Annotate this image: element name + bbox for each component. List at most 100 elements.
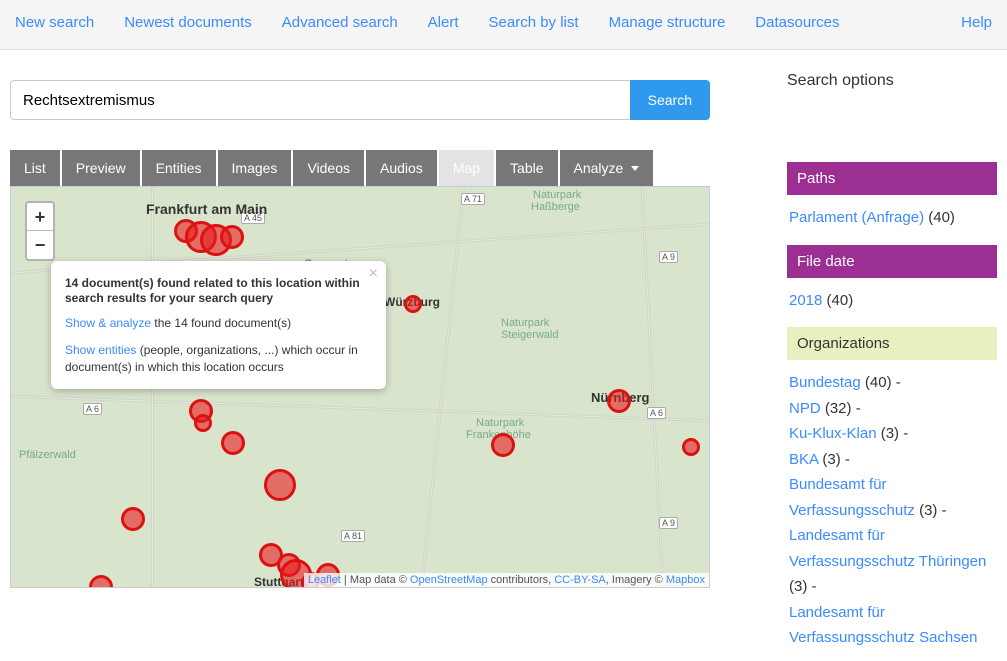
facet-organizations-header: Organizations <box>787 327 997 360</box>
facet-link[interactable]: BKA <box>789 451 818 468</box>
mapbox-link[interactable]: Mapbox <box>666 574 705 586</box>
popup-show-entities-link[interactable]: Show entities <box>65 343 136 357</box>
facet-remove-dash[interactable]: - <box>856 400 861 417</box>
facet-link[interactable]: Parlament (Anfrage) <box>789 209 924 226</box>
tab-analyze[interactable]: Analyze <box>560 150 654 186</box>
facet-link[interactable]: Ku-Klux-Klan <box>789 425 877 442</box>
facet-count: (40) <box>827 292 854 309</box>
facet-remove-dash[interactable]: - <box>812 578 817 595</box>
road-label: A 9 <box>659 251 678 263</box>
facet-paths-header: Paths <box>787 162 997 195</box>
map-marker[interactable] <box>220 225 244 249</box>
facet-remove-dash[interactable]: - <box>845 451 850 468</box>
nav-manage-structure[interactable]: Manage structure <box>594 0 741 49</box>
facet-link[interactable]: Bundestag <box>789 374 861 391</box>
facet-count: (40) <box>865 374 892 391</box>
facet-count: (3) <box>919 502 937 519</box>
facet-item: Parlament (Anfrage) (40) <box>789 205 995 231</box>
map-popup: × 14 document(s) found related to this l… <box>51 261 386 389</box>
road-label: A 71 <box>461 193 485 205</box>
facet-item: NPD (32) - <box>789 396 995 422</box>
zoom-out-button[interactable]: − <box>27 231 53 259</box>
facet-item: Landesamt für Verfassungsschutz Sachsen <box>789 600 995 651</box>
map-marker[interactable] <box>194 414 212 432</box>
map-marker[interactable] <box>404 295 422 313</box>
place-label: Steigerwald <box>501 329 558 341</box>
tab-table[interactable]: Table <box>496 150 557 186</box>
facet-remove-dash[interactable]: - <box>903 425 908 442</box>
road-label: A 81 <box>341 530 365 542</box>
chevron-down-icon <box>631 166 639 171</box>
search-options-heading: Search options <box>787 70 997 90</box>
facet-item: Bundesamt für Verfassungsschutz (3) - <box>789 472 995 523</box>
search-form: Search <box>10 80 710 120</box>
map-view[interactable]: A 45 A 71 A 9 A 5 A 6 A 81 A 6 A 9 A 9 F… <box>10 186 710 588</box>
facet-count: (3) <box>881 425 899 442</box>
place-label: Naturpark <box>533 189 581 201</box>
tab-list[interactable]: List <box>10 150 60 186</box>
place-label: Haßberge <box>531 201 580 213</box>
facet-link[interactable]: Landesamt für Verfassungsschutz Sachsen <box>789 604 977 647</box>
road-label: A 6 <box>83 403 102 415</box>
leaflet-link[interactable]: Leaflet <box>308 574 341 586</box>
facet-item: BKA (3) - <box>789 447 995 473</box>
map-marker[interactable] <box>221 431 245 455</box>
nav-new-search[interactable]: New search <box>0 0 109 49</box>
facet-remove-dash[interactable]: - <box>942 502 947 519</box>
road-label: A 6 <box>647 407 666 419</box>
nav-newest-docs[interactable]: Newest documents <box>109 0 267 49</box>
map-marker[interactable] <box>607 389 631 413</box>
tab-images[interactable]: Images <box>218 150 292 186</box>
tab-videos[interactable]: Videos <box>293 150 364 186</box>
facet-item: Ku-Klux-Klan (3) - <box>789 421 995 447</box>
place-label: Pfälzerwald <box>19 449 76 461</box>
facet-count: (32) <box>825 400 852 417</box>
facet-count: (3) <box>822 451 840 468</box>
popup-headline: 14 document(s) found related to this loc… <box>65 276 360 305</box>
facet-link[interactable]: 2018 <box>789 292 822 309</box>
search-button[interactable]: Search <box>630 80 710 120</box>
search-input[interactable] <box>10 80 630 120</box>
popup-show-analyze-link[interactable]: Show & analyze <box>65 316 151 330</box>
city-label-frankfurt: Frankfurt am Main <box>146 201 267 217</box>
facet-item: Bundestag (40) - <box>789 370 995 396</box>
map-marker[interactable] <box>682 438 700 456</box>
map-marker[interactable] <box>121 507 145 531</box>
tab-analyze-label: Analyze <box>574 160 624 176</box>
facet-link[interactable]: NPD <box>789 400 821 417</box>
facet-filedate-header: File date <box>787 245 997 278</box>
facet-item: 2018 (40) <box>789 288 995 314</box>
popup-show-analyze-rest: the 14 found document(s) <box>151 316 291 330</box>
nav-search-by-list[interactable]: Search by list <box>474 0 594 49</box>
facet-link[interactable]: Bundesamt für Verfassungsschutz <box>789 476 915 519</box>
close-icon[interactable]: × <box>369 265 378 283</box>
facet-link[interactable]: Landesamt für Verfassungsschutz Thüringe… <box>789 527 986 570</box>
nav-datasources[interactable]: Datasources <box>740 0 854 49</box>
cc-link[interactable]: CC-BY-SA <box>554 574 606 586</box>
map-attribution: Leaflet | Map data © OpenStreetMap contr… <box>304 573 709 587</box>
map-marker[interactable] <box>264 469 296 501</box>
osm-link[interactable]: OpenStreetMap <box>410 574 488 586</box>
facet-paths-list: Parlament (Anfrage) (40) <box>787 195 997 231</box>
facet-count: (40) <box>928 209 955 226</box>
result-tabs: List Preview Entities Images Videos Audi… <box>10 150 710 186</box>
road-label: A 9 <box>659 517 678 529</box>
tab-map[interactable]: Map <box>439 150 494 186</box>
nav-advanced-search[interactable]: Advanced search <box>267 0 413 49</box>
zoom-control: + − <box>25 201 55 261</box>
facet-filedate-list: 2018 (40) <box>787 278 997 314</box>
tab-preview[interactable]: Preview <box>62 150 140 186</box>
facet-remove-dash[interactable]: - <box>896 374 901 391</box>
place-label: Naturpark <box>476 417 524 429</box>
facet-count: (3) <box>789 578 807 595</box>
zoom-in-button[interactable]: + <box>27 203 53 231</box>
nav-help[interactable]: Help <box>946 0 1007 49</box>
nav-alert[interactable]: Alert <box>413 0 474 49</box>
map-marker[interactable] <box>491 433 515 457</box>
tab-entities[interactable]: Entities <box>142 150 216 186</box>
facet-item: Landesamt für Verfassungsschutz Thüringe… <box>789 523 995 600</box>
tab-audios[interactable]: Audios <box>366 150 437 186</box>
place-label: Naturpark <box>501 317 549 329</box>
top-navbar: New search Newest documents Advanced sea… <box>0 0 1007 50</box>
facet-organizations-list: Bundestag (40) -NPD (32) -Ku-Klux-Klan (… <box>787 360 997 651</box>
